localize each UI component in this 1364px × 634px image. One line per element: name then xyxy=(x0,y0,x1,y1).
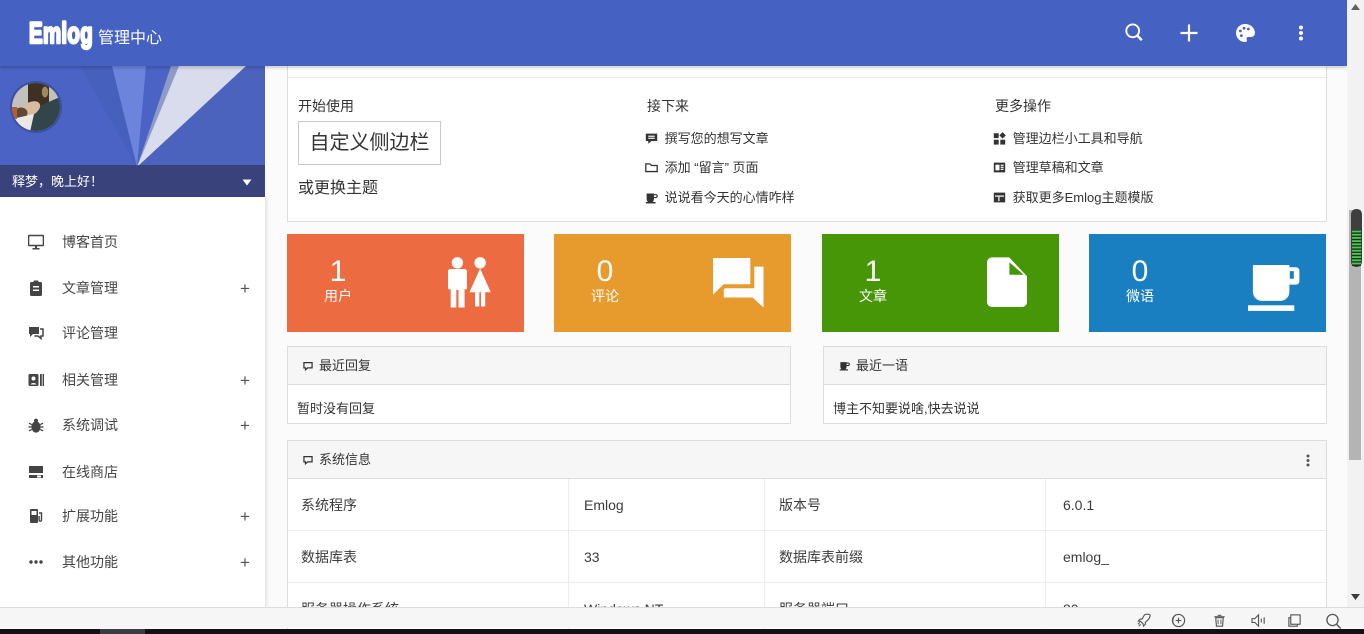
svg-text:Emlog: Emlog xyxy=(29,17,93,50)
